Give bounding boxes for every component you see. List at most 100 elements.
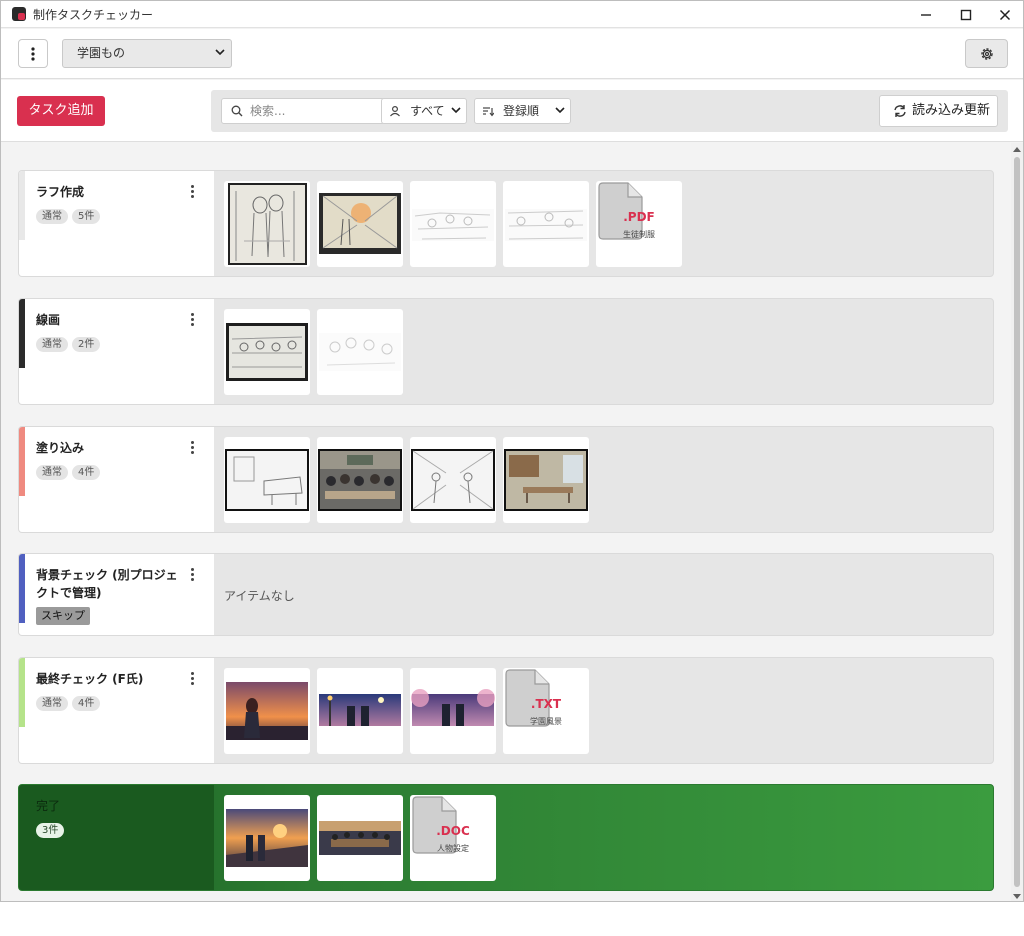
image-thumbnail[interactable] (410, 437, 496, 523)
task-row: ラフ作成 通常 5件 .PDF 生徒制服 (18, 170, 994, 277)
task-menu-button[interactable] (189, 568, 195, 582)
file-thumbnail[interactable]: .TXT 学園風景 (503, 668, 589, 754)
refresh-icon (894, 105, 906, 117)
task-name: 塗り込み (36, 441, 85, 455)
task-row: 最終チェック (F氏) 通常 4件 .TXT 学園風景 (18, 657, 994, 764)
lineart-piano-room-icon (225, 449, 309, 511)
task-info: 塗り込み 通常 4件 (19, 427, 214, 532)
status-badge: スキップ (36, 607, 90, 625)
status-badge: 通常 (36, 209, 68, 224)
task-color-bar (19, 554, 25, 623)
lineart-hallway-students-icon (411, 449, 495, 511)
filter-bar: すべて 登録順 読み込み更新 (211, 90, 1008, 132)
status-badge: 通常 (36, 465, 68, 480)
task-row: 線画 通常 2件 (18, 298, 994, 405)
status-badge: 通常 (36, 696, 68, 711)
scroll-down-icon[interactable] (1013, 894, 1021, 899)
task-name: 最終チェック (F氏) (36, 672, 144, 686)
lineart-group-icon (319, 333, 401, 371)
app-icon (12, 7, 26, 21)
title-bar: 制作タスクチェッカー (1, 1, 1023, 28)
task-menu-button[interactable] (189, 672, 195, 686)
item-list: .PDF 生徒制服 (224, 181, 682, 267)
image-thumbnail[interactable] (317, 309, 403, 395)
image-thumbnail[interactable] (317, 795, 403, 881)
chevron-down-icon (215, 49, 225, 56)
image-thumbnail[interactable] (503, 437, 589, 523)
lineart-classroom-sketch-icon (505, 209, 587, 241)
lineart-classroom-icon (226, 323, 308, 381)
task-menu-button[interactable] (189, 441, 195, 455)
task-row-done: 完了 3件 .DOC 人物設定 (18, 784, 994, 891)
person-icon (390, 105, 400, 117)
reload-label: 読み込み更新 (912, 103, 991, 118)
task-name: 完了 (36, 799, 61, 813)
maximize-button[interactable] (946, 1, 986, 28)
image-thumbnail[interactable] (224, 795, 310, 881)
minimize-icon (921, 13, 931, 16)
image-thumbnail[interactable] (224, 437, 310, 523)
app-window: 制作タスクチェッカー 学園もの タスク追加 検索... すべて 登録順 読み込み… (0, 0, 1024, 902)
action-row: タスク追加 すべて 登録順 読み込み更新 (1, 80, 1023, 142)
image-thumbnail[interactable] (317, 437, 403, 523)
task-info: 線画 通常 2件 (19, 299, 214, 404)
settings-button[interactable] (965, 39, 1008, 68)
reload-button[interactable]: 読み込み更新 (879, 95, 998, 127)
vertical-scrollbar[interactable] (1011, 143, 1023, 901)
image-thumbnail[interactable] (224, 309, 310, 395)
task-name: 線画 (36, 313, 61, 327)
filter-dropdown[interactable]: すべて (381, 98, 467, 124)
task-color-bar (19, 299, 25, 368)
file-label: 生徒制服 (623, 230, 655, 239)
add-task-button[interactable]: タスク追加 (17, 96, 105, 126)
task-menu-button[interactable] (189, 185, 195, 199)
filter-value: すべて (410, 104, 445, 118)
vertical-dots-icon (31, 46, 35, 61)
file-extension: .DOC (436, 824, 470, 838)
menu-button[interactable] (18, 39, 48, 68)
sunset-city-girl-icon (226, 682, 308, 740)
file-thumbnail[interactable]: .PDF 生徒制服 (596, 181, 682, 267)
task-menu-button[interactable] (189, 313, 195, 327)
item-list: .TXT 学園風景 (224, 668, 589, 754)
file-label: 学園風景 (530, 717, 562, 726)
item-list (224, 309, 403, 395)
file-label: 人物設定 (437, 844, 469, 853)
task-name: ラフ作成 (36, 185, 85, 199)
task-info: 完了 3件 (19, 785, 214, 890)
image-thumbnail[interactable] (410, 181, 496, 267)
file-thumbnail[interactable]: .DOC 人物設定 (410, 795, 496, 881)
image-thumbnail[interactable] (410, 668, 496, 754)
rough-sketch-sunset-hallway-icon (319, 193, 401, 254)
count-badge: 4件 (72, 465, 101, 480)
sakura-couple-icon (411, 689, 495, 726)
search-field[interactable] (221, 98, 385, 124)
image-thumbnail[interactable] (503, 181, 589, 267)
scroll-up-icon[interactable] (1013, 147, 1021, 152)
meeting-room-icon (319, 821, 401, 855)
search-input[interactable] (250, 102, 380, 120)
image-thumbnail[interactable] (317, 668, 403, 754)
empty-message: アイテムなし (224, 589, 295, 603)
minimize-button[interactable] (906, 1, 946, 28)
status-badge: 通常 (36, 337, 68, 352)
task-info: 背景チェック (別プロジェクトで管理) スキップ (19, 554, 214, 635)
task-color-bar (19, 658, 25, 727)
close-button[interactable] (985, 1, 1023, 28)
count-badge: 4件 (72, 696, 101, 711)
search-icon (231, 105, 243, 117)
image-thumbnail[interactable] (224, 181, 310, 267)
sort-dropdown[interactable]: 登録順 (474, 98, 571, 124)
sunset-couple-road-icon (226, 809, 308, 867)
top-toolbar: 学園もの (1, 29, 1023, 79)
image-thumbnail[interactable] (224, 668, 310, 754)
task-name: 背景チェック (別プロジェクトで管理) (36, 568, 178, 600)
image-thumbnail[interactable] (317, 181, 403, 267)
scrollbar-thumb[interactable] (1014, 157, 1020, 887)
file-extension: .TXT (530, 697, 562, 711)
count-badge: 2件 (72, 337, 101, 352)
count-badge: 3件 (36, 823, 65, 838)
project-select[interactable]: 学園もの (62, 39, 232, 68)
task-list: ラフ作成 通常 5件 .PDF 生徒制服 線画 通常 2件 塗り込み 通常 4件… (1, 143, 1011, 901)
task-info: 最終チェック (F氏) 通常 4件 (19, 658, 214, 763)
